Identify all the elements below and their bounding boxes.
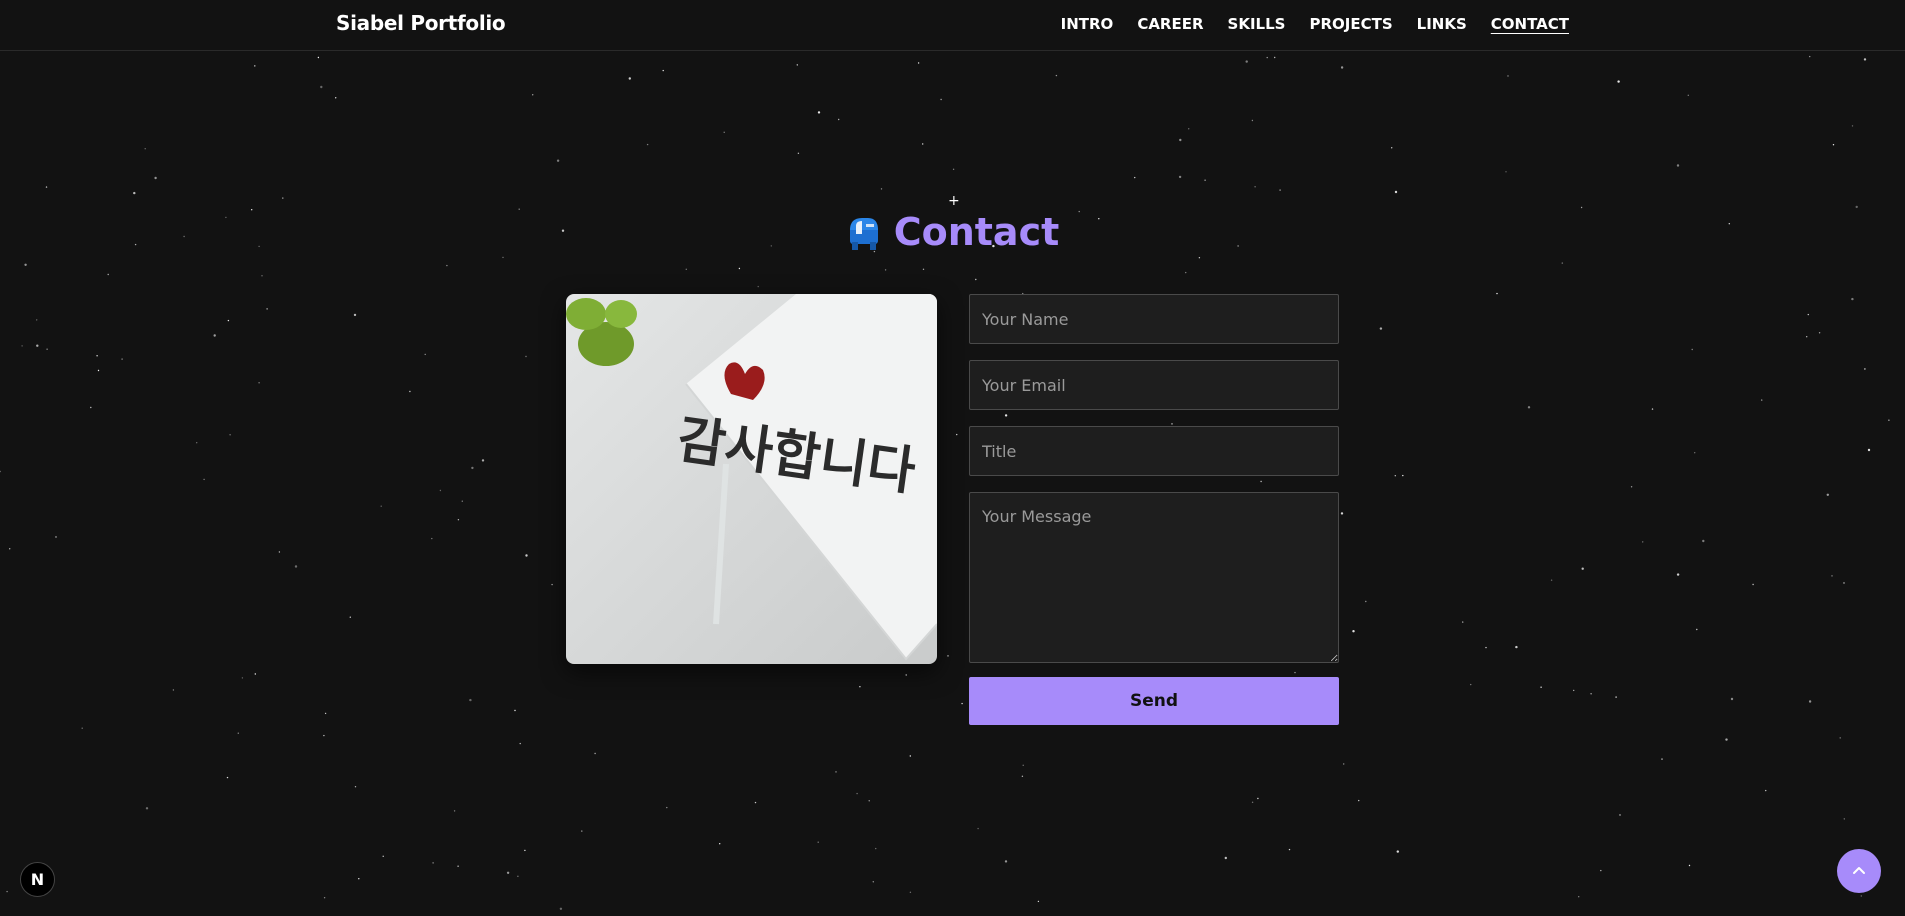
plus-icon: + (948, 193, 960, 209)
contact-form: Send (969, 294, 1339, 725)
name-field[interactable] (969, 294, 1339, 344)
scroll-to-top-button[interactable] (1837, 849, 1881, 893)
nav-skills[interactable]: SKILLS (1228, 15, 1286, 33)
dev-indicator-letter: N (30, 870, 45, 889)
nav-links[interactable]: LINKS (1417, 15, 1467, 33)
page-title: Contact (893, 210, 1060, 254)
chevron-up-icon (1853, 867, 1865, 874)
section-heading: Contact (0, 210, 1905, 254)
main-nav: INTRO CAREER SKILLS PROJECTS LINKS CONTA… (1061, 15, 1569, 33)
mailbox-icon (846, 212, 882, 252)
nav-career[interactable]: CAREER (1137, 15, 1203, 33)
page: Siabel Portfolio INTRO CAREER SKILLS PRO… (0, 0, 1905, 916)
nav-intro[interactable]: INTRO (1061, 15, 1114, 33)
send-button[interactable]: Send (969, 677, 1339, 725)
email-field[interactable] (969, 360, 1339, 410)
thank-you-photo: 감사합니다 (566, 294, 937, 664)
title-field[interactable] (969, 426, 1339, 476)
dev-indicator-badge[interactable]: N (20, 862, 55, 897)
nav-contact[interactable]: CONTACT (1491, 15, 1569, 33)
navbar: Siabel Portfolio INTRO CAREER SKILLS PRO… (0, 0, 1905, 51)
starfield-background (0, 55, 1890, 910)
message-field[interactable] (969, 492, 1339, 663)
nav-projects[interactable]: PROJECTS (1309, 15, 1392, 33)
brand-logo[interactable]: Siabel Portfolio (336, 11, 506, 35)
